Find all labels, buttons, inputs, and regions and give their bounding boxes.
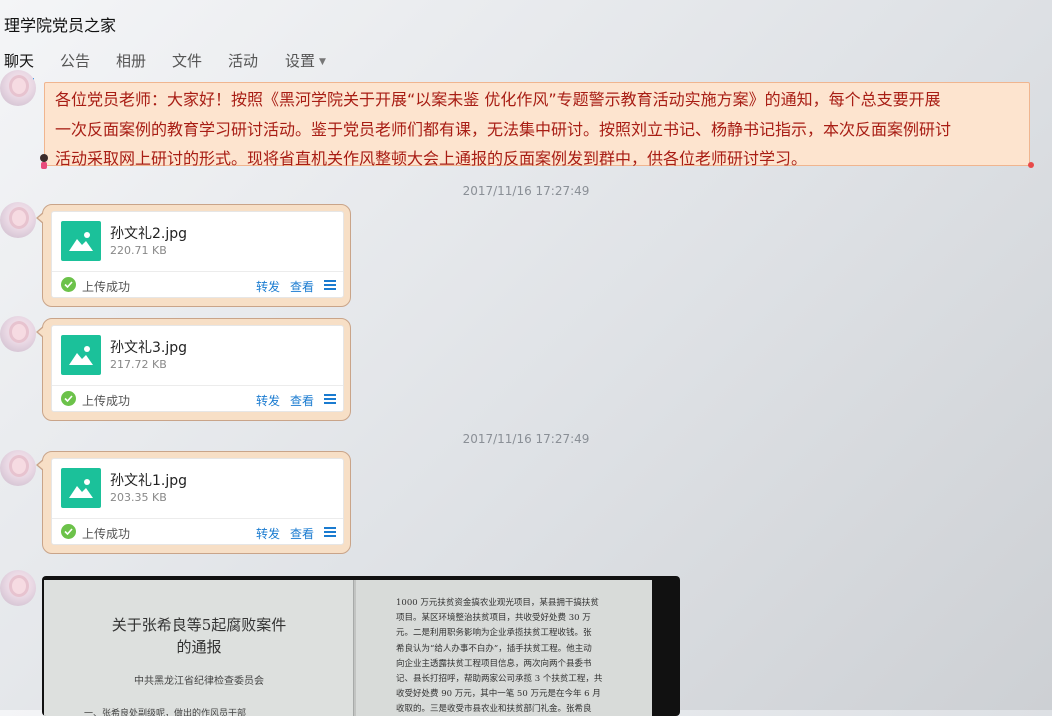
document-text-line: 项目。某区环境整治扶贫项目，共收受好处费 30 万 [396,613,591,624]
forward-link[interactable]: 转发 [256,392,280,409]
image-file-icon [61,468,101,508]
file-size: 203.35 KB [110,491,167,504]
notice-line: 一次反面案例的教育学习研讨活动。鉴于党员老师们都有课，无法集中研讨。按照刘立书记… [55,119,952,139]
check-circle-icon [61,524,76,539]
forward-link[interactable]: 转发 [256,278,280,295]
tab-files[interactable]: 文件 [172,48,202,78]
file-size: 217.72 KB [110,358,167,371]
document-issuer: 中共黑龙江省纪律检查委员会 [134,676,264,687]
file-message: 孙文礼2.jpg 220.71 KB 上传成功 转发 查看 [36,204,351,307]
image-message[interactable]: 关于张希良等5起腐败案件 的通报 中共黑龙江省纪律检查委员会 一、张希良处副级呢… [42,576,680,716]
timestamp: 2017/11/16 17:27:49 [462,184,590,198]
timestamp: 2017/11/16 17:27:49 [462,432,590,446]
notice-line: 各位党员老师：大家好！按照《黑河学院关于开展“以案未鉴 优化作风”专题警示教育活… [55,90,941,109]
divider [52,271,343,272]
file-card[interactable]: 孙文礼3.jpg 217.72 KB 上传成功 转发 查看 [51,325,344,412]
tab-bar: 聊天 公告 相册 文件 活动 设置 ▼ [0,48,1052,81]
document-text-line: 收受好处费 90 万元，其中一笔 50 万元是在今年 6 月 [396,689,601,700]
document-text-line: 记、县长打招呼，帮助两家公司承揽 3 个扶贫工程，共 [396,674,603,685]
check-circle-icon [61,277,76,292]
avatar[interactable] [0,316,36,352]
file-message: 孙文礼3.jpg 217.72 KB 上传成功 转发 查看 [36,318,351,421]
document-page-left: 关于张希良等5起腐败案件 的通报 中共黑龙江省纪律检查委员会 一、张希良处副级呢… [44,580,354,716]
image-file-icon [61,335,101,375]
notice-message: 各位党员老师：大家好！按照《黑河学院关于开展“以案未鉴 优化作风”专题警示教育活… [44,82,1030,168]
file-card[interactable]: 孙文礼1.jpg 203.35 KB 上传成功 转发 查看 [51,458,344,545]
upload-status: 上传成功 [82,280,131,294]
file-name: 孙文礼2.jpg [110,226,188,242]
notice-line: 活动采取网上研讨的形式。现将省直机关作风整顿大会上通报的反面案例发到群中，供各位… [55,149,808,168]
file-size: 220.71 KB [110,244,167,257]
forward-link[interactable]: 转发 [256,525,280,542]
document-body: 1000 万元扶贫资金搞农业观光项目，某县拥干搞扶贫 项目。某区环境整治扶贫项目… [396,596,626,716]
document-page-right: 1000 万元扶贫资金搞农业观光项目，某县拥干搞扶贫 项目。某区环境整治扶贫项目… [356,580,652,716]
document-text-line: 向企业主透露扶贫工程项目信息，两次向两个县委书 [396,658,592,669]
document-text: 一、张希良处副级呢，做出的作风员干部 [84,709,247,716]
view-link[interactable]: 查看 [290,525,314,542]
menu-icon[interactable] [324,527,336,537]
chevron-down-icon: ▼ [319,56,326,67]
group-title: 理学院党员之家 [4,16,117,35]
tab-settings-label: 设置 [285,52,316,70]
divider [52,518,343,519]
avatar[interactable] [0,570,36,606]
view-link[interactable]: 查看 [290,278,314,295]
upload-status: 上传成功 [82,527,131,541]
document-text-line: 1000 万元扶贫资金搞农业观光项目，某县拥干搞扶贫 [396,598,599,608]
menu-icon[interactable] [324,280,336,290]
check-circle-icon [61,391,76,406]
tab-album[interactable]: 相册 [116,48,146,78]
tab-settings[interactable]: 设置 ▼ [285,48,326,78]
file-message: 孙文礼1.jpg 203.35 KB 上传成功 转发 查看 [36,451,351,554]
corner-dot-icon [1028,162,1034,168]
doll-icon [38,154,50,170]
view-link[interactable]: 查看 [290,392,314,409]
tab-announcements[interactable]: 公告 [60,48,90,78]
file-card[interactable]: 孙文礼2.jpg 220.71 KB 上传成功 转发 查看 [51,211,344,298]
avatar[interactable] [0,450,36,486]
document-text-line: 希良认为“给人办事不白办”，插手扶贫工程。他主动 [396,643,592,654]
document-text-line: 元。二是利用职务影响为企业承揽扶贫工程收钱。张 [396,628,592,639]
avatar[interactable] [0,70,36,106]
tab-activities[interactable]: 活动 [228,48,258,78]
document-title-line2: 的通报 [176,638,222,656]
file-name: 孙文礼1.jpg [110,473,188,489]
document-text-line: 收取的。三是收受市县农业和扶贫部门礼金。张希良 [396,704,592,715]
divider [52,385,343,386]
menu-icon[interactable] [324,394,336,404]
avatar[interactable] [0,202,36,238]
upload-status: 上传成功 [82,394,131,408]
document-title: 关于张希良等5起腐败案件 [111,616,287,634]
file-name: 孙文礼3.jpg [110,340,188,356]
image-file-icon [61,221,101,261]
